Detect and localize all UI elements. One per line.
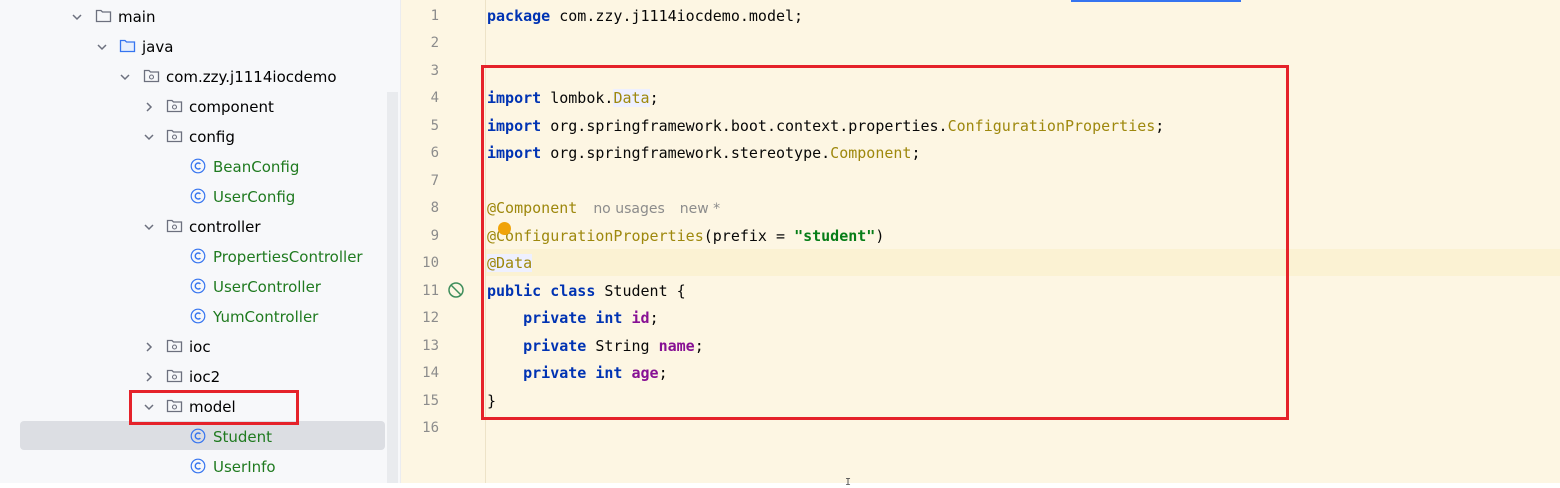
class-icon	[190, 278, 206, 294]
top-link-underline	[1071, 0, 1241, 2]
chevron-down-icon[interactable]	[142, 130, 156, 144]
package-icon	[166, 338, 183, 353]
tree-item-userinfo[interactable]: UserInfo	[213, 457, 276, 477]
package-icon	[166, 218, 183, 233]
chevron-down-icon[interactable]	[95, 40, 109, 54]
tree-item-java[interactable]: java	[142, 37, 173, 57]
class-icon	[190, 248, 206, 264]
line-number: 8	[430, 200, 439, 216]
line-number: 6	[430, 145, 439, 161]
tree-item-package-root[interactable]: com.zzy.j1114iocdemo	[166, 67, 337, 87]
project-tree-panel: main java com.zzy.j1114iocdemo component…	[0, 0, 400, 483]
class-icon	[190, 188, 206, 204]
line-number: 15	[422, 393, 439, 409]
chevron-down-icon[interactable]	[118, 70, 132, 84]
line-number: 2	[430, 35, 439, 51]
line-number: 14	[422, 365, 439, 381]
code-line-1: package com.zzy.j1114iocdemo.model;	[487, 6, 803, 26]
package-icon	[166, 368, 183, 383]
chevron-right-icon[interactable]	[142, 100, 156, 114]
package-icon	[166, 98, 183, 113]
tree-item-yumcontroller[interactable]: YumController	[213, 307, 318, 327]
line-number: 13	[422, 338, 439, 354]
source-folder-icon	[119, 38, 136, 53]
line-number: 9	[430, 228, 439, 244]
chevron-right-icon[interactable]	[142, 340, 156, 354]
line-number: 5	[430, 118, 439, 134]
folder-icon	[95, 8, 112, 23]
tree-item-controller[interactable]: controller	[189, 217, 261, 237]
line-number: 10	[422, 255, 439, 271]
class-icon	[190, 158, 206, 174]
class-icon	[190, 458, 206, 474]
package-name: com.zzy.j1114iocdemo.model;	[550, 7, 804, 25]
class-icon	[190, 308, 206, 324]
tree-item-propertiescontroller[interactable]: PropertiesController	[213, 247, 363, 267]
tree-item-ioc2[interactable]: ioc2	[189, 367, 220, 387]
chevron-right-icon[interactable]	[142, 370, 156, 384]
code-highlight-box	[481, 65, 1289, 420]
line-number: 3	[430, 63, 439, 79]
tree-item-component[interactable]: component	[189, 97, 274, 117]
package-icon	[166, 128, 183, 143]
line-number: 11	[422, 283, 439, 299]
bean-gutter-icon[interactable]	[447, 281, 465, 299]
model-highlight-box	[129, 390, 299, 425]
tree-item-ioc[interactable]: ioc	[189, 337, 211, 357]
chevron-down-icon[interactable]	[142, 220, 156, 234]
class-icon	[190, 428, 206, 444]
line-number: 16	[422, 420, 439, 436]
tree-item-beanconfig[interactable]: BeanConfig	[213, 157, 299, 177]
line-number: 7	[430, 173, 439, 189]
tree-item-student[interactable]: Student	[213, 427, 272, 447]
chevron-down-icon[interactable]	[70, 10, 84, 24]
tree-item-config[interactable]: config	[189, 127, 235, 147]
line-number: 4	[430, 90, 439, 106]
package-icon	[143, 68, 160, 83]
line-number: 12	[422, 310, 439, 326]
tree-item-usercontroller[interactable]: UserController	[213, 277, 321, 297]
tree-item-userconfig[interactable]: UserConfig	[213, 187, 295, 207]
tree-scrollbar[interactable]	[387, 92, 398, 483]
keyword: package	[487, 7, 551, 25]
tree-item-main[interactable]: main	[118, 7, 155, 27]
line-number: 1	[430, 8, 439, 24]
